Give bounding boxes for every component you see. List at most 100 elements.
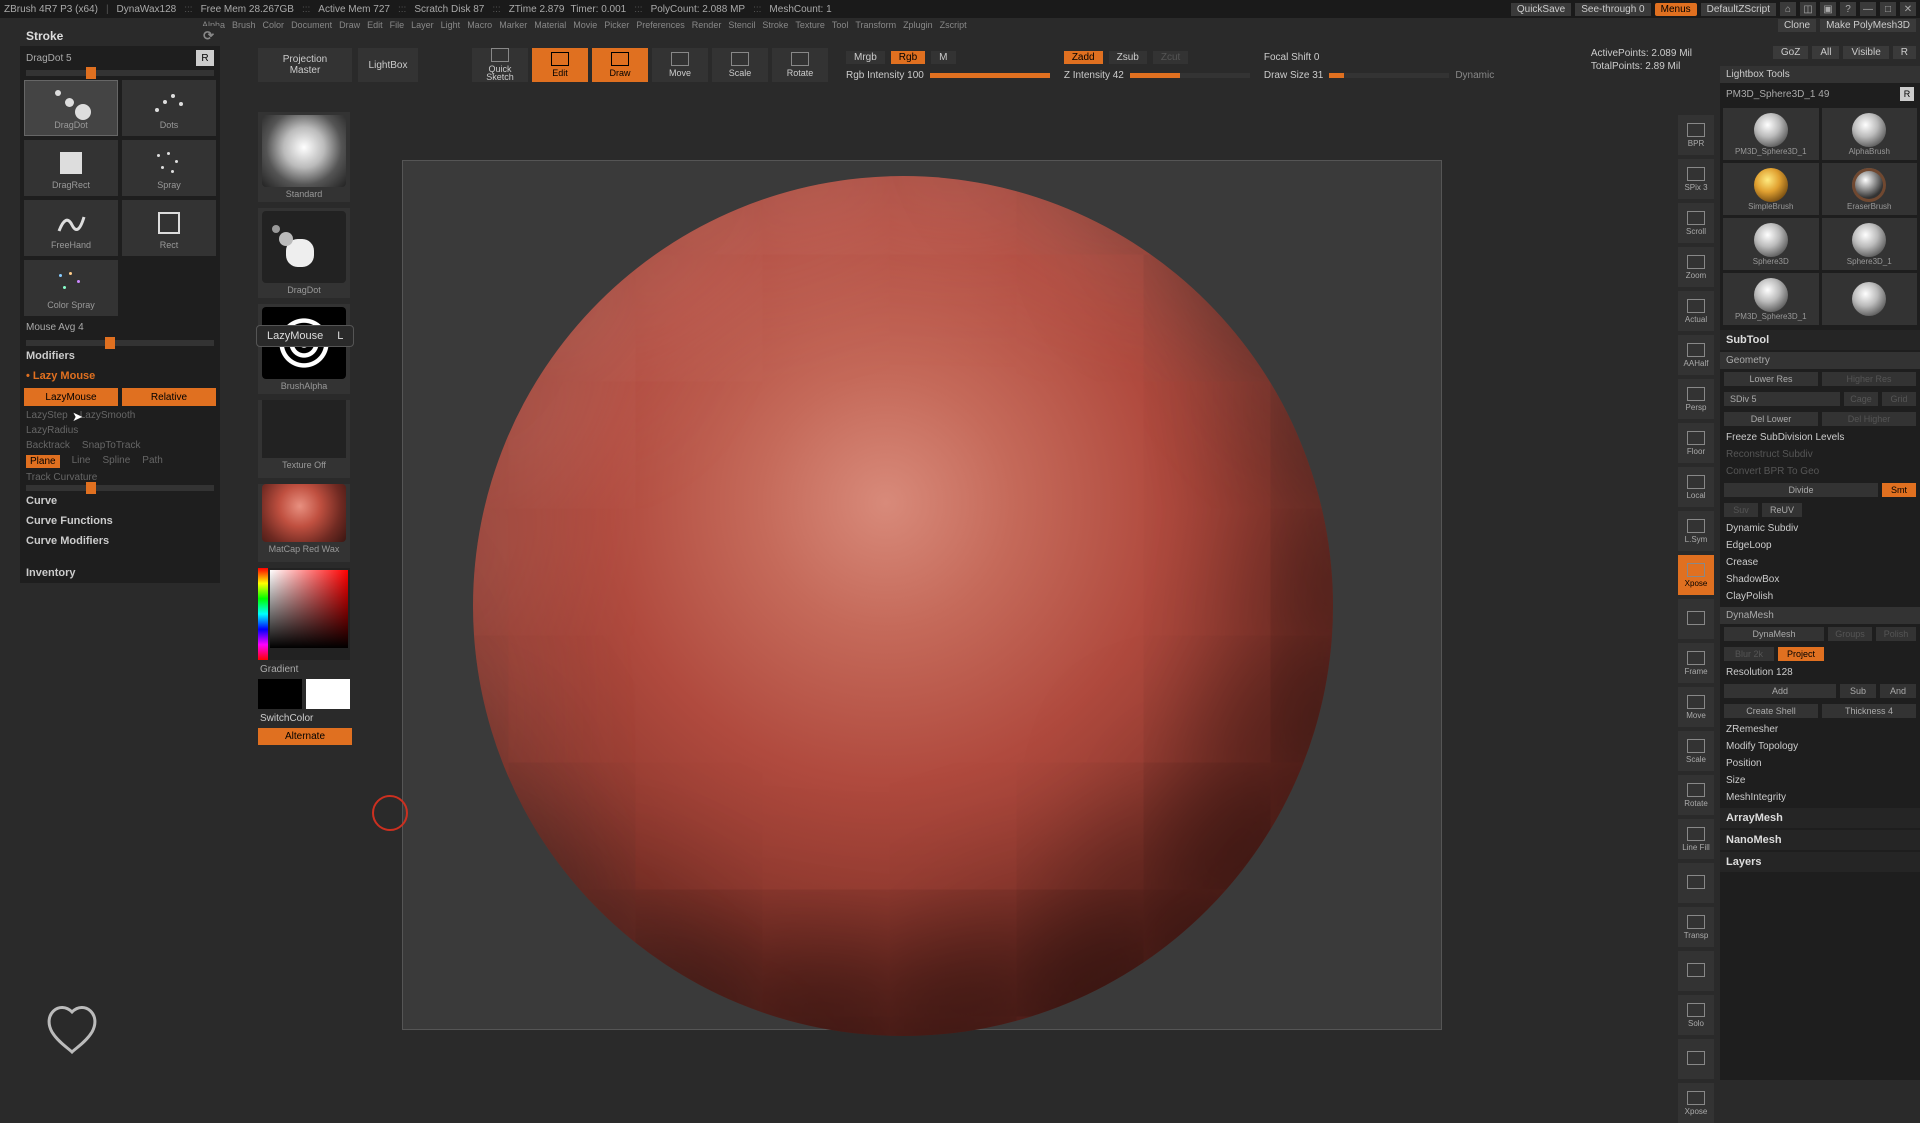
split-icon[interactable]: ◫ [1800,2,1816,16]
rail-local[interactable]: Local [1678,467,1714,507]
stroke-rect[interactable]: Rect [122,200,216,256]
maximize-icon[interactable]: □ [1880,2,1896,16]
backtrack-label[interactable]: Backtrack [26,440,70,451]
draw-size-slider[interactable] [1329,73,1449,78]
menu-movie[interactable]: Movie [571,20,599,30]
resolution-slider[interactable]: Resolution 128 [1720,664,1920,681]
curve-modifiers-section[interactable]: Curve Modifiers [20,531,220,551]
current-tool-label[interactable]: PM3D_Sphere3D_1 49 [1726,89,1829,100]
draw-toggle[interactable]: Draw [592,48,648,82]
tool-sphere3d[interactable]: Sphere3D [1723,218,1819,270]
tool-pm3d_sphere3d_1[interactable]: PM3D_Sphere3D_1 [1723,108,1819,160]
rail-bpr[interactable]: BPR [1678,115,1714,155]
gradient-label[interactable]: Gradient [258,660,352,679]
inventory-section[interactable]: Inventory [20,563,220,583]
reload-icon[interactable]: ⟳ [203,28,214,44]
menus-button[interactable]: Menus [1655,3,1697,16]
menu-file[interactable]: File [388,20,407,30]
sub-button[interactable]: Sub [1840,684,1876,698]
stroke-r-button[interactable]: R [196,50,214,66]
edit-toggle[interactable]: Edit [532,48,588,82]
menu-stroke[interactable]: Stroke [760,20,790,30]
hue-strip[interactable] [258,568,268,660]
stroke-title-bar[interactable]: Stroke ⟳ [20,26,220,46]
goz-visible-button[interactable]: Visible [1843,46,1888,59]
clone-button[interactable]: Clone [1778,19,1816,32]
line-toggle[interactable]: Line [72,455,91,468]
project-toggle[interactable]: Project [1778,647,1824,661]
quicksketch-toggle[interactable]: QuickSketch [472,48,528,82]
size-section[interactable]: Size [1720,772,1920,789]
higher-res-button[interactable]: Higher Res [1822,372,1916,386]
rail-blank[interactable] [1678,1039,1714,1079]
menu-light[interactable]: Light [439,20,463,30]
shadowbox-section[interactable]: ShadowBox [1720,571,1920,588]
rgb-intensity-label[interactable]: Rgb Intensity 100 [846,70,924,81]
rotate-toggle[interactable]: Rotate [772,48,828,82]
lightbox-button[interactable]: LightBox [358,48,418,82]
zcut-chip[interactable]: Zcut [1153,51,1188,64]
seethrough-slider[interactable]: See-through 0 [1575,3,1650,16]
rail-transp[interactable]: Transp [1678,907,1714,947]
smt-toggle[interactable]: Smt [1882,483,1916,497]
spline-toggle[interactable]: Spline [102,455,130,468]
rail-xpose[interactable]: Xpose [1678,555,1714,595]
dynamic-subdiv-section[interactable]: Dynamic Subdiv [1720,520,1920,537]
move-toggle[interactable]: Move [652,48,708,82]
tool-sphere3d_1[interactable]: Sphere3D_1 [1822,218,1918,270]
rgb-intensity-slider[interactable] [930,73,1050,78]
thickness-slider[interactable]: Thickness 4 [1822,704,1916,718]
lightbox-tools-header[interactable]: Lightbox Tools [1720,66,1920,83]
menu-edit[interactable]: Edit [365,20,385,30]
rail-rotate[interactable]: Rotate [1678,775,1714,815]
help-icon[interactable]: ? [1840,2,1856,16]
zsub-chip[interactable]: Zsub [1109,51,1147,64]
rail-scale[interactable]: Scale [1678,731,1714,771]
rail-aahalf[interactable]: AAHalf [1678,335,1714,375]
texture-slot[interactable]: Texture Off [258,400,350,478]
menu-tool[interactable]: Tool [830,20,851,30]
zadd-chip[interactable]: Zadd [1064,51,1103,64]
goz-all-button[interactable]: All [1812,46,1839,59]
rail-line-fill[interactable]: Line Fill [1678,819,1714,859]
collapse-icon[interactable]: ▣ [1820,2,1836,16]
meshintegrity-section[interactable]: MeshIntegrity [1720,789,1920,806]
menu-color[interactable]: Color [261,20,287,30]
rail-scroll[interactable]: Scroll [1678,203,1714,243]
claypolish-section[interactable]: ClayPolish [1720,588,1920,605]
m-chip[interactable]: M [931,51,955,64]
layers-section[interactable]: Layers [1720,852,1920,872]
modifiers-section[interactable]: Modifiers [20,346,220,366]
rail-solo[interactable]: Solo [1678,995,1714,1035]
lazymouse-section[interactable]: • Lazy Mouse [20,366,220,386]
menu-zplugin[interactable]: Zplugin [901,20,935,30]
defaultzscript-button[interactable]: DefaultZScript [1701,3,1776,16]
lazymouse-toggle[interactable]: LazyMouse [24,388,118,406]
tool-r-button[interactable]: R [1900,87,1914,101]
menu-zscript[interactable]: Zscript [938,20,969,30]
close-icon[interactable]: ✕ [1900,2,1916,16]
rail-blank[interactable] [1678,951,1714,991]
brush-dragdot[interactable]: DragDot [258,208,350,298]
tool-alphabrush[interactable]: AlphaBrush [1822,108,1918,160]
position-section[interactable]: Position [1720,755,1920,772]
rail-floor[interactable]: Floor [1678,423,1714,463]
tool-pm3d_sphere3d_1[interactable]: PM3D_Sphere3D_1 [1723,273,1819,325]
menu-marker[interactable]: Marker [497,20,529,30]
suv-toggle[interactable]: Suv [1724,503,1758,517]
rail-move[interactable]: Move [1678,687,1714,727]
cage-toggle[interactable]: Cage [1844,392,1878,406]
lower-res-button[interactable]: Lower Res [1724,372,1818,386]
brush-standard[interactable]: Standard [258,112,350,202]
freeze-subdiv-button[interactable]: Freeze SubDivision Levels [1720,429,1920,446]
rail-blank[interactable] [1678,863,1714,903]
viewport[interactable] [402,160,1442,1030]
stroke-dragrect-sel[interactable]: DragRect [24,140,118,196]
reuv-button[interactable]: ReUV [1762,503,1802,517]
menu-picker[interactable]: Picker [602,20,631,30]
rail-frame[interactable]: Frame [1678,643,1714,683]
dynamic-label[interactable]: Dynamic [1455,70,1494,81]
rail-actual[interactable]: Actual [1678,291,1714,331]
and-button[interactable]: And [1880,684,1916,698]
menu-render[interactable]: Render [690,20,724,30]
